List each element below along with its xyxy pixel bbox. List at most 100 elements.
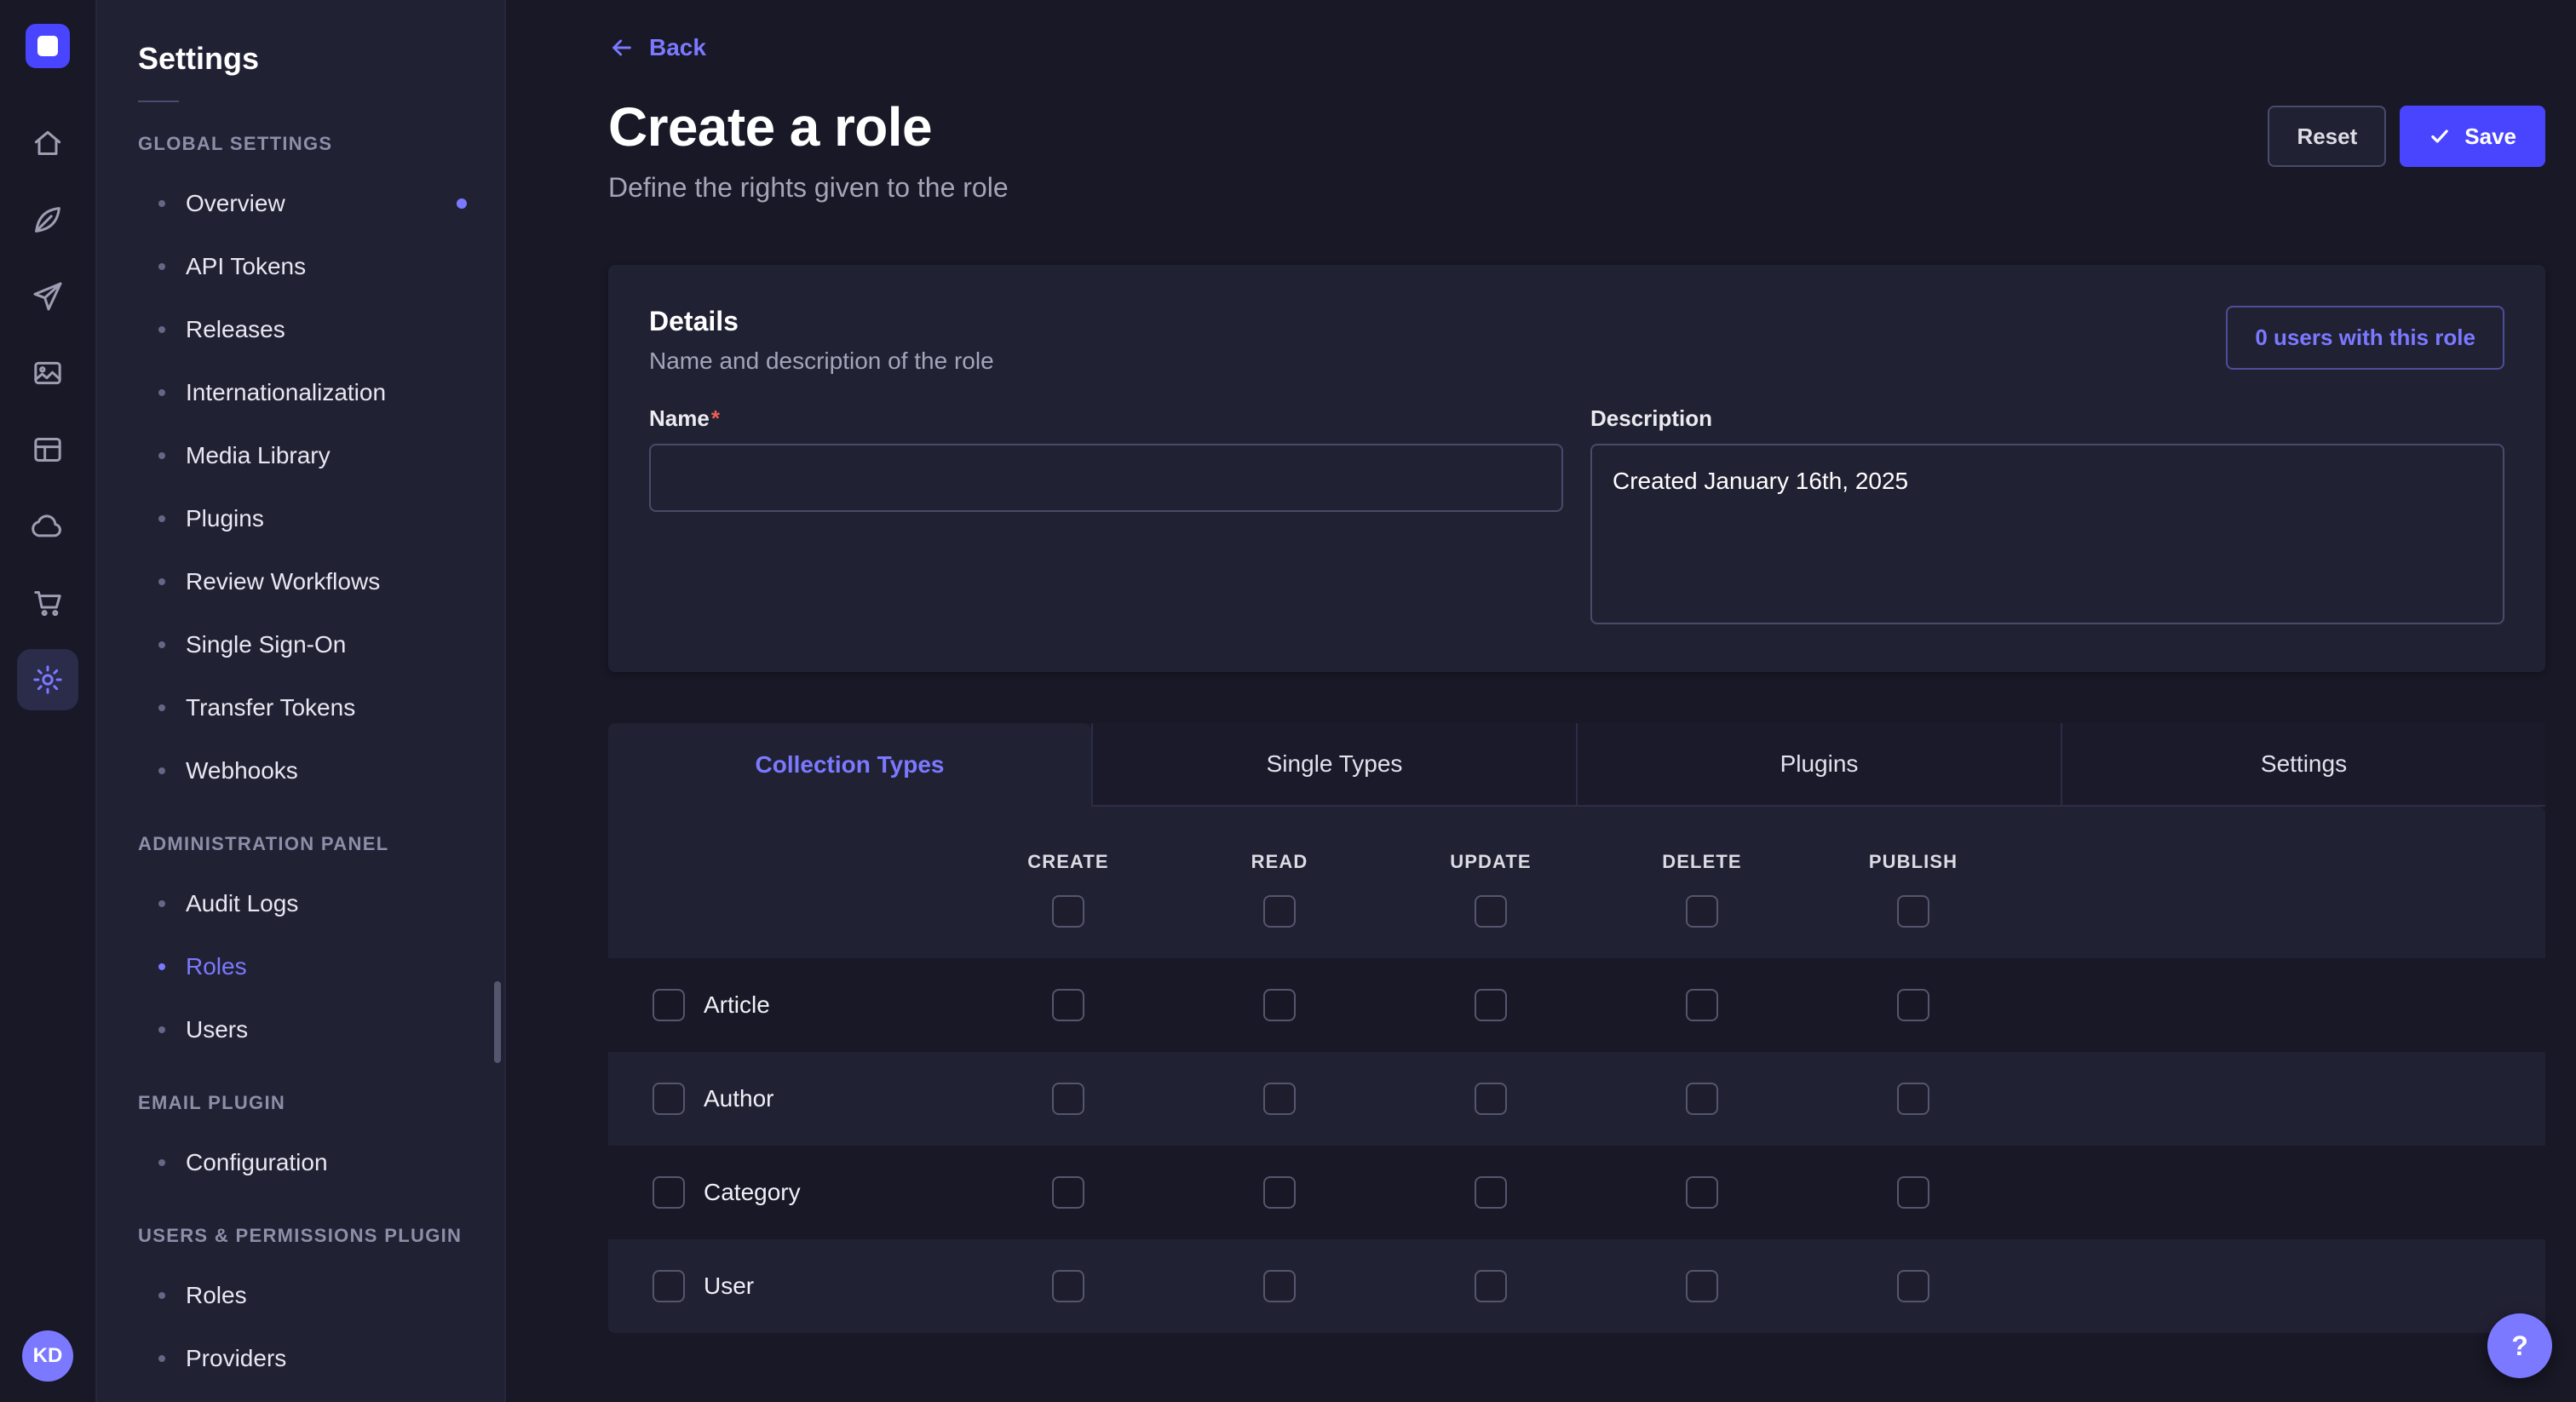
subnav-item-internationalization[interactable]: Internationalization bbox=[97, 361, 504, 424]
permission-cell bbox=[1174, 1176, 1385, 1209]
column-header-label: CREATE bbox=[1027, 851, 1108, 873]
category-delete-checkbox[interactable] bbox=[1686, 1176, 1718, 1209]
row-name-cell: Category bbox=[608, 1176, 963, 1209]
subnav-item-api-tokens[interactable]: API Tokens bbox=[97, 235, 504, 298]
user-publish-checkbox[interactable] bbox=[1897, 1270, 1929, 1302]
table-row-author: Author bbox=[608, 1052, 2545, 1146]
permission-cell bbox=[1808, 1176, 2019, 1209]
reset-button[interactable]: Reset bbox=[2268, 106, 2386, 167]
subnav-item-media-library[interactable]: Media Library bbox=[97, 424, 504, 487]
save-button[interactable]: Save bbox=[2400, 106, 2545, 167]
select-all-publish-checkbox[interactable] bbox=[1897, 895, 1929, 928]
subnav-item-roles[interactable]: Roles bbox=[97, 1264, 504, 1327]
content-manager-icon[interactable] bbox=[17, 189, 78, 250]
article-delete-checkbox[interactable] bbox=[1686, 989, 1718, 1021]
subnav-item-transfer-tokens[interactable]: Transfer Tokens bbox=[97, 676, 504, 739]
user-read-checkbox[interactable] bbox=[1263, 1270, 1296, 1302]
subnav-item-webhooks[interactable]: Webhooks bbox=[97, 739, 504, 802]
tab-single-types[interactable]: Single Types bbox=[1091, 723, 1576, 807]
subnav-item-overview[interactable]: Overview bbox=[97, 172, 504, 235]
marketplace-icon[interactable] bbox=[17, 572, 78, 634]
select-all-delete-checkbox[interactable] bbox=[1686, 895, 1718, 928]
subnav-item-review-workflows[interactable]: Review Workflows bbox=[97, 550, 504, 613]
user-update-checkbox[interactable] bbox=[1475, 1270, 1507, 1302]
permission-cell bbox=[1174, 989, 1385, 1021]
author-create-checkbox[interactable] bbox=[1052, 1083, 1084, 1115]
article-update-checkbox[interactable] bbox=[1475, 989, 1507, 1021]
subnav-item-roles[interactable]: Roles bbox=[97, 935, 504, 998]
article-create-checkbox[interactable] bbox=[1052, 989, 1084, 1021]
row-name-cell: User bbox=[608, 1270, 963, 1302]
article-publish-checkbox[interactable] bbox=[1897, 989, 1929, 1021]
settings-icon[interactable] bbox=[17, 649, 78, 710]
permission-column-read: READ bbox=[1174, 851, 1385, 928]
bullet-icon bbox=[158, 326, 165, 333]
subnav-item-configuration[interactable]: Configuration bbox=[97, 1131, 504, 1194]
subnav-item-label: Review Workflows bbox=[186, 568, 380, 595]
subnav-item-label: API Tokens bbox=[186, 253, 306, 280]
tab-plugins[interactable]: Plugins bbox=[1576, 723, 2061, 807]
bullet-icon bbox=[158, 900, 165, 907]
user-avatar[interactable]: KD bbox=[22, 1330, 73, 1382]
back-link[interactable]: Back bbox=[608, 34, 706, 61]
subnav-item-label: Releases bbox=[186, 316, 285, 343]
releases-icon[interactable] bbox=[17, 266, 78, 327]
author-publish-checkbox[interactable] bbox=[1897, 1083, 1929, 1115]
permission-cell bbox=[1808, 1083, 2019, 1115]
permission-cell bbox=[1808, 1270, 2019, 1302]
subnav-section-email-plugin: EMAIL PLUGINConfiguration bbox=[97, 1092, 504, 1194]
subnav-item-providers[interactable]: Providers bbox=[97, 1327, 504, 1390]
description-textarea[interactable]: Created January 16th, 2025 bbox=[1590, 444, 2504, 624]
subnav-item-users[interactable]: Users bbox=[97, 998, 504, 1061]
help-button[interactable]: ? bbox=[2487, 1313, 2552, 1378]
permission-cell bbox=[1385, 1176, 1596, 1209]
permissions-table: CREATEREADUPDATEDELETEPUBLISH ArticleAut… bbox=[608, 807, 2545, 1333]
subnav-item-plugins[interactable]: Plugins bbox=[97, 487, 504, 550]
select-all-update-checkbox[interactable] bbox=[1475, 895, 1507, 928]
bullet-icon bbox=[158, 200, 165, 207]
select-row-author-checkbox[interactable] bbox=[653, 1083, 685, 1115]
required-asterisk: * bbox=[711, 405, 720, 431]
select-row-user-checkbox[interactable] bbox=[653, 1270, 685, 1302]
subnav-section-administration-panel: ADMINISTRATION PANELAudit LogsRolesUsers bbox=[97, 833, 504, 1061]
users-with-role-button[interactable]: 0 users with this role bbox=[2226, 306, 2504, 370]
strapi-logo-mark-icon bbox=[37, 36, 58, 56]
media-library-icon[interactable] bbox=[17, 342, 78, 404]
category-update-checkbox[interactable] bbox=[1475, 1176, 1507, 1209]
main-content: Back Create a role Define the rights giv… bbox=[506, 0, 2576, 1402]
user-create-checkbox[interactable] bbox=[1052, 1270, 1084, 1302]
category-read-checkbox[interactable] bbox=[1263, 1176, 1296, 1209]
tab-settings[interactable]: Settings bbox=[2061, 723, 2545, 807]
name-input[interactable] bbox=[649, 444, 1563, 512]
subnav-item-label: Roles bbox=[186, 953, 247, 980]
bullet-icon bbox=[158, 767, 165, 774]
permission-cell bbox=[1596, 1270, 1808, 1302]
strapi-logo[interactable] bbox=[26, 24, 70, 68]
main-nav-rail: KD bbox=[0, 0, 97, 1402]
tabs: Collection TypesSingle TypesPluginsSetti… bbox=[608, 723, 2545, 807]
subnav-scrollbar-thumb[interactable] bbox=[494, 981, 501, 1063]
user-delete-checkbox[interactable] bbox=[1686, 1270, 1718, 1302]
table-row-article: Article bbox=[608, 958, 2545, 1052]
subnav-item-releases[interactable]: Releases bbox=[97, 298, 504, 361]
bullet-icon bbox=[158, 963, 165, 970]
author-read-checkbox[interactable] bbox=[1263, 1083, 1296, 1115]
row-name-cell: Article bbox=[608, 989, 963, 1021]
home-icon[interactable] bbox=[17, 112, 78, 174]
subnav-item-single-sign-on[interactable]: Single Sign-On bbox=[97, 613, 504, 676]
article-read-checkbox[interactable] bbox=[1263, 989, 1296, 1021]
deploy-icon[interactable] bbox=[17, 496, 78, 557]
permission-column-delete: DELETE bbox=[1596, 851, 1808, 928]
select-row-category-checkbox[interactable] bbox=[653, 1176, 685, 1209]
select-row-article-checkbox[interactable] bbox=[653, 989, 685, 1021]
select-all-read-checkbox[interactable] bbox=[1263, 895, 1296, 928]
category-create-checkbox[interactable] bbox=[1052, 1176, 1084, 1209]
author-delete-checkbox[interactable] bbox=[1686, 1083, 1718, 1115]
content-type-builder-icon[interactable] bbox=[17, 419, 78, 480]
tab-collection-types[interactable]: Collection Types bbox=[608, 723, 1091, 807]
subnav-item-label: Transfer Tokens bbox=[186, 694, 355, 721]
category-publish-checkbox[interactable] bbox=[1897, 1176, 1929, 1209]
author-update-checkbox[interactable] bbox=[1475, 1083, 1507, 1115]
subnav-item-audit-logs[interactable]: Audit Logs bbox=[97, 872, 504, 935]
select-all-create-checkbox[interactable] bbox=[1052, 895, 1084, 928]
